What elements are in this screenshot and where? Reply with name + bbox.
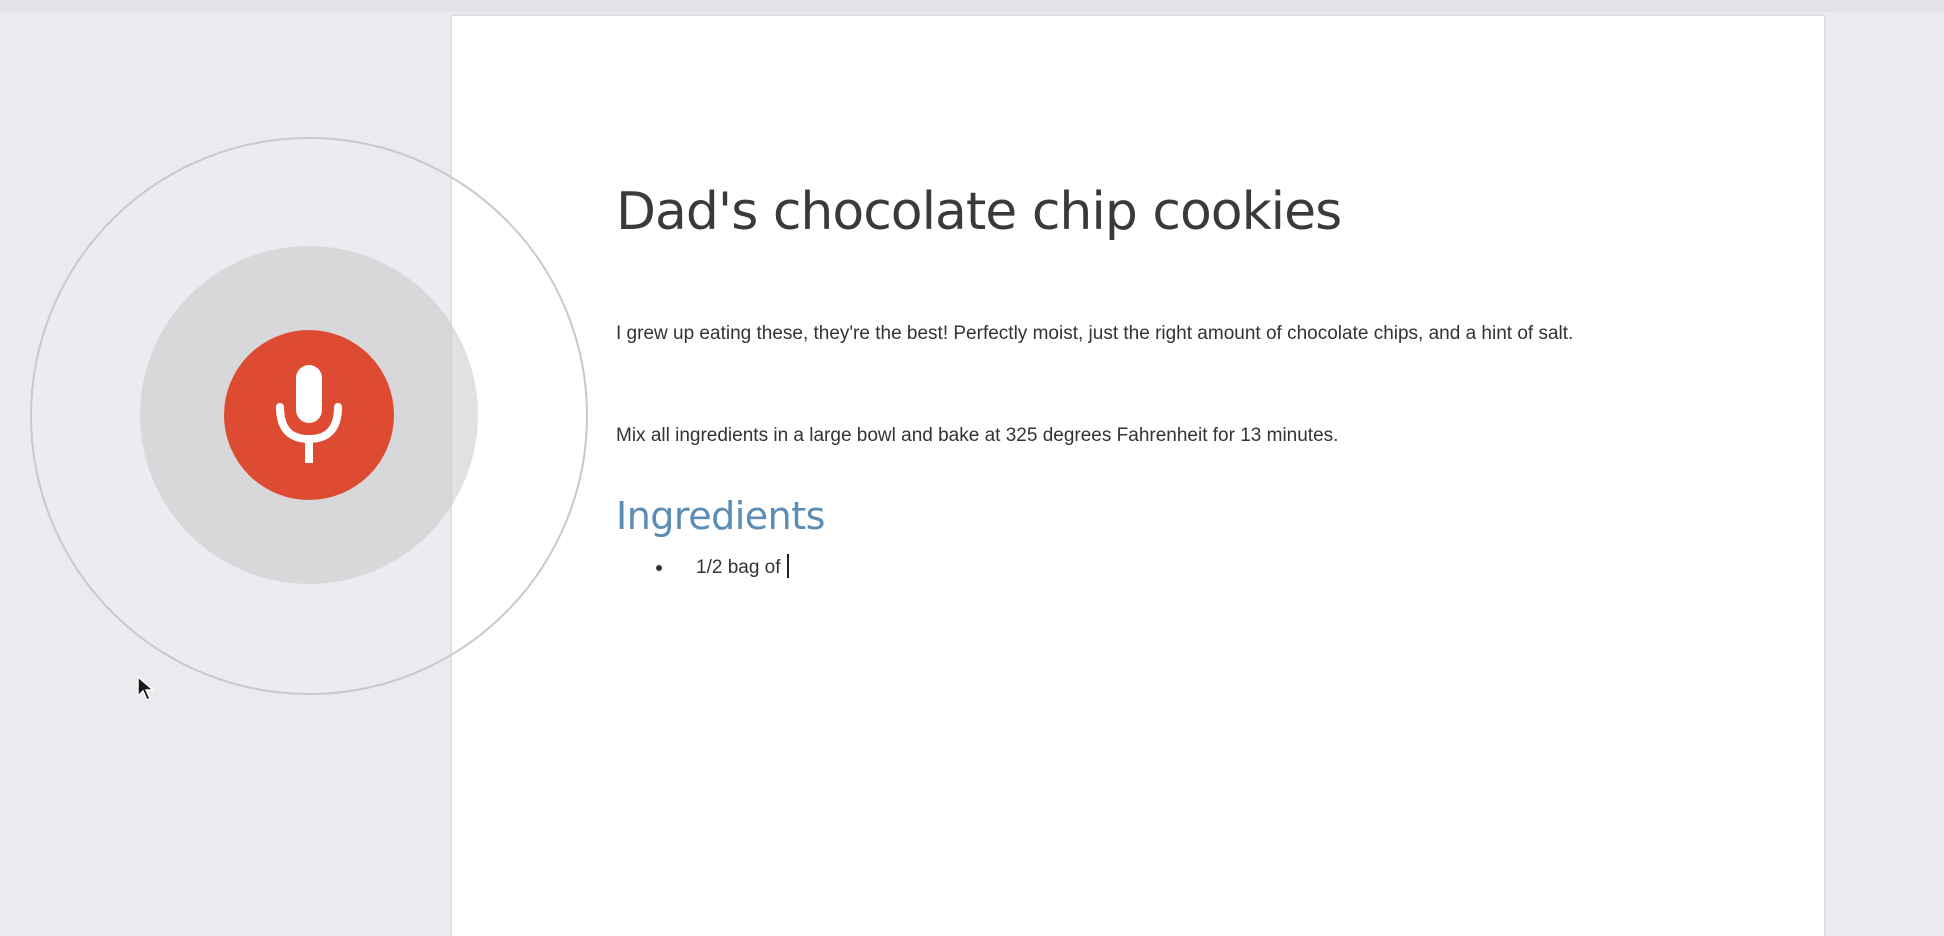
document-title[interactable]: Dad's chocolate chip cookies (616, 182, 1342, 242)
bullet-icon (656, 565, 662, 571)
ingredient-text: 1/2 bag of (696, 557, 781, 578)
microphone-icon (276, 365, 342, 463)
ingredient-item[interactable]: 1/2 bag of (616, 552, 789, 584)
ingredients-list: 1/2 bag of (616, 552, 789, 584)
voice-typing-mic-button[interactable] (224, 330, 394, 500)
document-page[interactable]: Dad's chocolate chip cookies I grew up e… (452, 16, 1824, 936)
mouse-pointer-icon (137, 676, 155, 701)
instructions-paragraph[interactable]: Mix all ingredients in a large bowl and … (616, 420, 1676, 452)
editor-workspace: Dad's chocolate chip cookies I grew up e… (0, 0, 1944, 936)
ingredients-heading[interactable]: Ingredients (616, 494, 825, 538)
text-cursor (786, 554, 789, 578)
intro-paragraph[interactable]: I grew up eating these, they're the best… (616, 318, 1676, 350)
toolbar-edge (0, 0, 1944, 12)
